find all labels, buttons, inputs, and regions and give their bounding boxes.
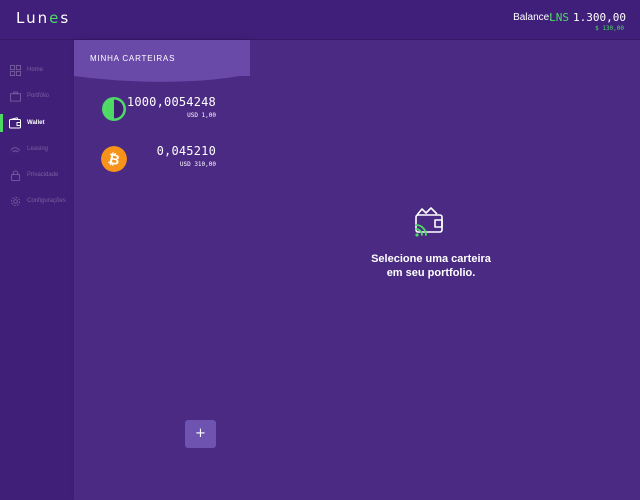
sidebar: Home Portfólio Wallet Leasing Privacidad… [0, 40, 74, 500]
wallet-select-icon [415, 207, 443, 237]
sidebar-item-settings[interactable]: Configurações [0, 190, 74, 212]
sidebar-item-label: Privacidade [27, 172, 59, 178]
wallet-list-panel: MINHA CARTEIRAS 1000,0054248 USD 1,00 ₿ … [74, 40, 250, 500]
top-bar: Lunes Balance: LNS 1.300,00 $ 130,00 [0, 0, 640, 40]
balance-amount: 1.300,00 [573, 11, 626, 24]
balance-currency: LNS [549, 11, 570, 24]
empty-state-line-1: Selecione uma carteira [371, 253, 491, 265]
empty-state-message: Selecione uma carteira em seu portfolio. [250, 252, 612, 280]
privacy-icon [9, 169, 21, 181]
main-content: Selecione uma carteira em seu portfolio. [250, 40, 640, 500]
add-wallet-button[interactable]: + [185, 420, 216, 448]
sidebar-item-privacy[interactable]: Privacidade [0, 164, 74, 186]
bitcoin-icon: ₿ [101, 146, 127, 172]
leasing-icon [9, 143, 21, 155]
sidebar-item-home[interactable]: Home [0, 59, 74, 81]
wallet-amount: 0,045210 [156, 144, 216, 158]
sidebar-item-portfolio[interactable]: Portfólio [0, 85, 74, 107]
sidebar-item-leasing[interactable]: Leasing [0, 138, 74, 160]
header-wave [74, 70, 250, 82]
grid-icon [9, 64, 21, 76]
wallet-panel-title: MINHA CARTEIRAS [90, 54, 176, 63]
app-logo[interactable]: Lunes [16, 9, 70, 27]
sidebar-item-wallet[interactable]: Wallet [0, 112, 74, 134]
empty-state-line-2: em seu portfolio. [386, 267, 476, 279]
wallet-item-lunes[interactable]: 1000,0054248 USD 1,00 [74, 92, 250, 132]
balance-usd: $ 130,00 [595, 25, 624, 32]
wallet-usd: USD 1,00 [187, 112, 216, 119]
sidebar-item-label: Configurações [27, 198, 66, 204]
wallet-usd: USD 310,00 [179, 161, 216, 168]
balance-value: LNS 1.300,00 [549, 11, 626, 24]
wallet-icon [9, 117, 21, 129]
briefcase-icon [9, 90, 21, 102]
sidebar-item-label: Leasing [27, 146, 49, 152]
wallet-item-bitcoin[interactable]: ₿ 0,045210 USD 310,00 [74, 142, 250, 182]
wallet-amount: 1000,0054248 [126, 95, 216, 109]
sidebar-item-label: Home [27, 67, 44, 73]
gear-icon [9, 195, 21, 207]
balance-label: Balance: [513, 12, 552, 23]
sidebar-item-label: Portfólio [27, 93, 50, 99]
lunes-coin-icon [102, 97, 126, 121]
sidebar-item-label: Wallet [27, 120, 45, 126]
